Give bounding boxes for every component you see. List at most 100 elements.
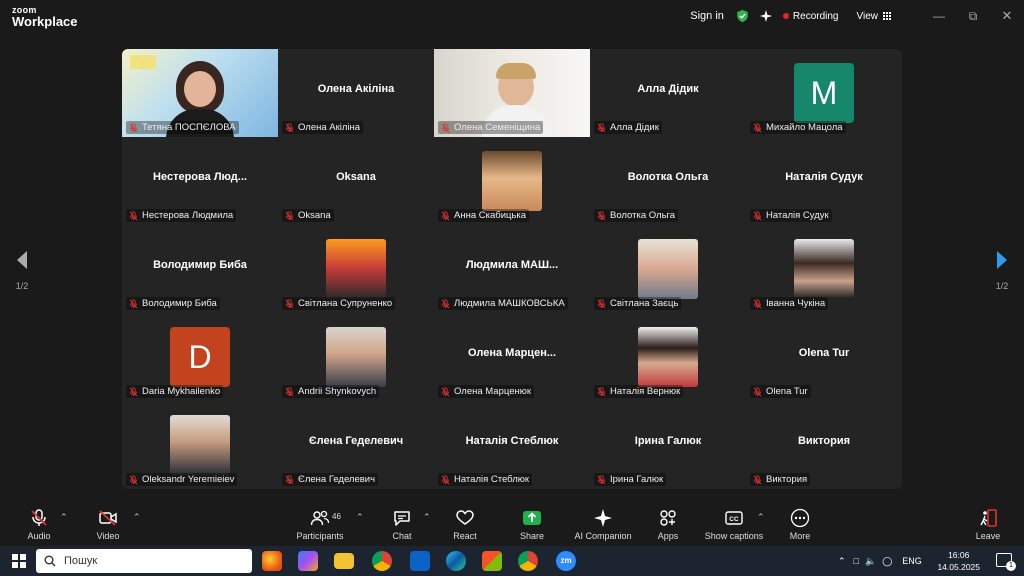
react-button[interactable]: React <box>430 508 500 541</box>
participant-tile[interactable]: Іванна Чукіна <box>746 225 902 313</box>
participant-display-name: Єлена Геделевич <box>308 435 404 447</box>
file-explorer-icon[interactable] <box>334 553 354 569</box>
participant-tile[interactable]: Олена Акіліна Олена Акіліна <box>278 49 434 137</box>
participant-tile[interactable]: Тетяна ПОСПЄЛОВА <box>122 49 278 137</box>
minimize-icon[interactable]: — <box>922 9 956 23</box>
profile-photo <box>638 239 698 299</box>
copilot-icon[interactable] <box>298 551 318 571</box>
participants-button[interactable]: Participants <box>285 508 355 541</box>
participant-tile[interactable]: Наталія Судук Наталія Судук <box>746 137 902 225</box>
apps-button[interactable]: Apps <box>633 508 703 541</box>
speaker-icon[interactable]: 🔈 <box>865 556 876 567</box>
participant-tile[interactable]: Людмила МАШ... Людмила МАШКОВСЬКА <box>434 225 590 313</box>
participant-tile[interactable]: Єлена Геделевич Єлена Геделевич <box>278 401 434 489</box>
participant-tile[interactable]: Анна Скабицька <box>434 137 590 225</box>
participant-name-label: Olena Tur <box>750 385 811 398</box>
participant-tile[interactable]: Наталія Стеблюк Наталія Стеблюк <box>434 401 590 489</box>
participant-name-label: Олена Марценюк <box>438 385 535 398</box>
close-icon[interactable]: ✕ <box>990 8 1024 24</box>
windows-taskbar: Пошук zm ⌃ □ 🔈 ◯ ENG 16:06 14.05.2025 1 <box>0 546 1024 576</box>
view-button[interactable]: View <box>857 11 893 22</box>
network-icon[interactable]: ◯ <box>882 556 892 567</box>
leave-button[interactable]: Leave <box>953 508 1023 541</box>
participant-name-label: Володимир Биба <box>126 297 220 310</box>
maximize-icon[interactable]: ⧉ <box>956 9 990 24</box>
profile-photo <box>482 151 542 211</box>
tray-app-icon[interactable]: □ <box>854 556 859 566</box>
participant-display-name: Наталія Судук <box>785 171 863 183</box>
more-button[interactable]: More <box>765 508 835 541</box>
participant-tile[interactable]: Володимир Биба Володимир Биба <box>122 225 278 313</box>
search-icon <box>44 555 56 567</box>
next-page-button[interactable]: 1/2 <box>982 250 1022 291</box>
sparkle-icon[interactable] <box>759 9 773 23</box>
store-icon[interactable] <box>482 551 502 571</box>
participant-name-label: Нестерова Людмила <box>126 209 237 222</box>
previous-page-button[interactable]: 1/2 <box>2 250 42 291</box>
firefox-icon[interactable] <box>262 551 282 571</box>
participant-name-label: Світлана Супруненко <box>282 297 396 310</box>
leave-icon <box>980 509 997 527</box>
page-indicator-left: 1/2 <box>15 281 29 291</box>
mic-muted-icon <box>129 474 138 484</box>
participant-tile[interactable]: Oksana Oksana <box>278 137 434 225</box>
mic-muted-icon <box>285 298 294 308</box>
participant-name-label: Andrii Shynkovych <box>282 385 380 398</box>
audio-options-chevron-icon[interactable]: ⌃ <box>60 512 68 523</box>
participant-name-label: Алла Дідик <box>594 121 662 134</box>
mic-muted-icon <box>285 210 294 220</box>
participant-tile[interactable]: Нестерова Люд... Нестерова Людмила <box>122 137 278 225</box>
notifications-icon[interactable]: 1 <box>996 553 1016 571</box>
participant-tile[interactable]: Волотка Ольга Волотка Ольга <box>590 137 746 225</box>
participant-tile[interactable]: Наталія Вернюк <box>590 313 746 401</box>
participant-name-label: Світлана Заєць <box>594 297 682 310</box>
participant-tile[interactable]: D Daria Mykhailenko <box>122 313 278 401</box>
windows-start-icon[interactable] <box>12 554 26 568</box>
mic-muted-icon <box>441 474 450 484</box>
participant-name-label: Олена Семеніщина <box>438 121 544 134</box>
language-indicator[interactable]: ENG <box>902 556 922 566</box>
participant-tile[interactable]: M Михайло Мацола <box>746 49 902 137</box>
profile-photo <box>638 327 698 387</box>
apps-icon <box>660 510 676 526</box>
camera-off-icon <box>99 510 117 526</box>
chrome-profile-icon[interactable] <box>518 551 538 571</box>
participant-tile[interactable]: Olena Tur Olena Tur <box>746 313 902 401</box>
participant-name-label: Єлена Геделевич <box>282 473 379 486</box>
mic-muted-icon <box>597 298 606 308</box>
heart-icon <box>456 510 474 525</box>
taskbar-search-box[interactable]: Пошук <box>36 549 252 573</box>
share-button[interactable]: Share <box>497 508 567 541</box>
system-clock[interactable]: 16:06 14.05.2025 <box>937 549 980 573</box>
participant-tile[interactable]: Алла Дідик Алла Дідик <box>590 49 746 137</box>
outlook-icon[interactable] <box>410 551 430 571</box>
participant-name-label: Іванна Чукіна <box>750 297 829 310</box>
participant-tile[interactable]: Олена Марцен... Олена Марценюк <box>434 313 590 401</box>
participant-tile[interactable]: Олена Семеніщина <box>434 49 590 137</box>
mic-muted-icon <box>441 298 450 308</box>
participant-name-label: Волотка Ольга <box>594 209 679 222</box>
participant-name-label: Oksana <box>282 209 334 222</box>
participant-display-name: Нестерова Люд... <box>153 171 247 183</box>
recording-indicator[interactable]: Recording <box>782 11 839 22</box>
shield-icon[interactable] <box>736 9 749 23</box>
participant-tile[interactable]: Oleksandr Yeremieiev <box>122 401 278 489</box>
zoom-app-icon[interactable]: zm <box>556 551 576 571</box>
participant-tile[interactable]: Ірина Галюк Ірина Галюк <box>590 401 746 489</box>
participant-display-name: Виктория <box>797 435 851 447</box>
edge-icon[interactable] <box>446 551 466 571</box>
tray-overflow-chevron-icon[interactable]: ⌃ <box>838 556 846 567</box>
participant-name-label: Людмила МАШКОВСЬКА <box>438 297 568 310</box>
participant-tile[interactable]: Світлана Супруненко <box>278 225 434 313</box>
ai-companion-button[interactable]: AI Companion <box>568 508 638 541</box>
avatar: M <box>794 63 854 123</box>
chrome-icon[interactable] <box>372 551 392 571</box>
participant-tile[interactable]: Andrii Shynkovych <box>278 313 434 401</box>
participant-tile[interactable]: Світлана Заєць <box>590 225 746 313</box>
captions-options-chevron-icon[interactable]: ⌃ <box>757 512 765 523</box>
sign-in-button[interactable]: Sign in <box>690 10 724 22</box>
participant-tile[interactable]: Виктория Виктория <box>746 401 902 489</box>
video-options-chevron-icon[interactable]: ⌃ <box>133 512 141 523</box>
participants-options-chevron-icon[interactable]: ⌃ <box>356 512 364 523</box>
person-hair <box>496 63 536 79</box>
